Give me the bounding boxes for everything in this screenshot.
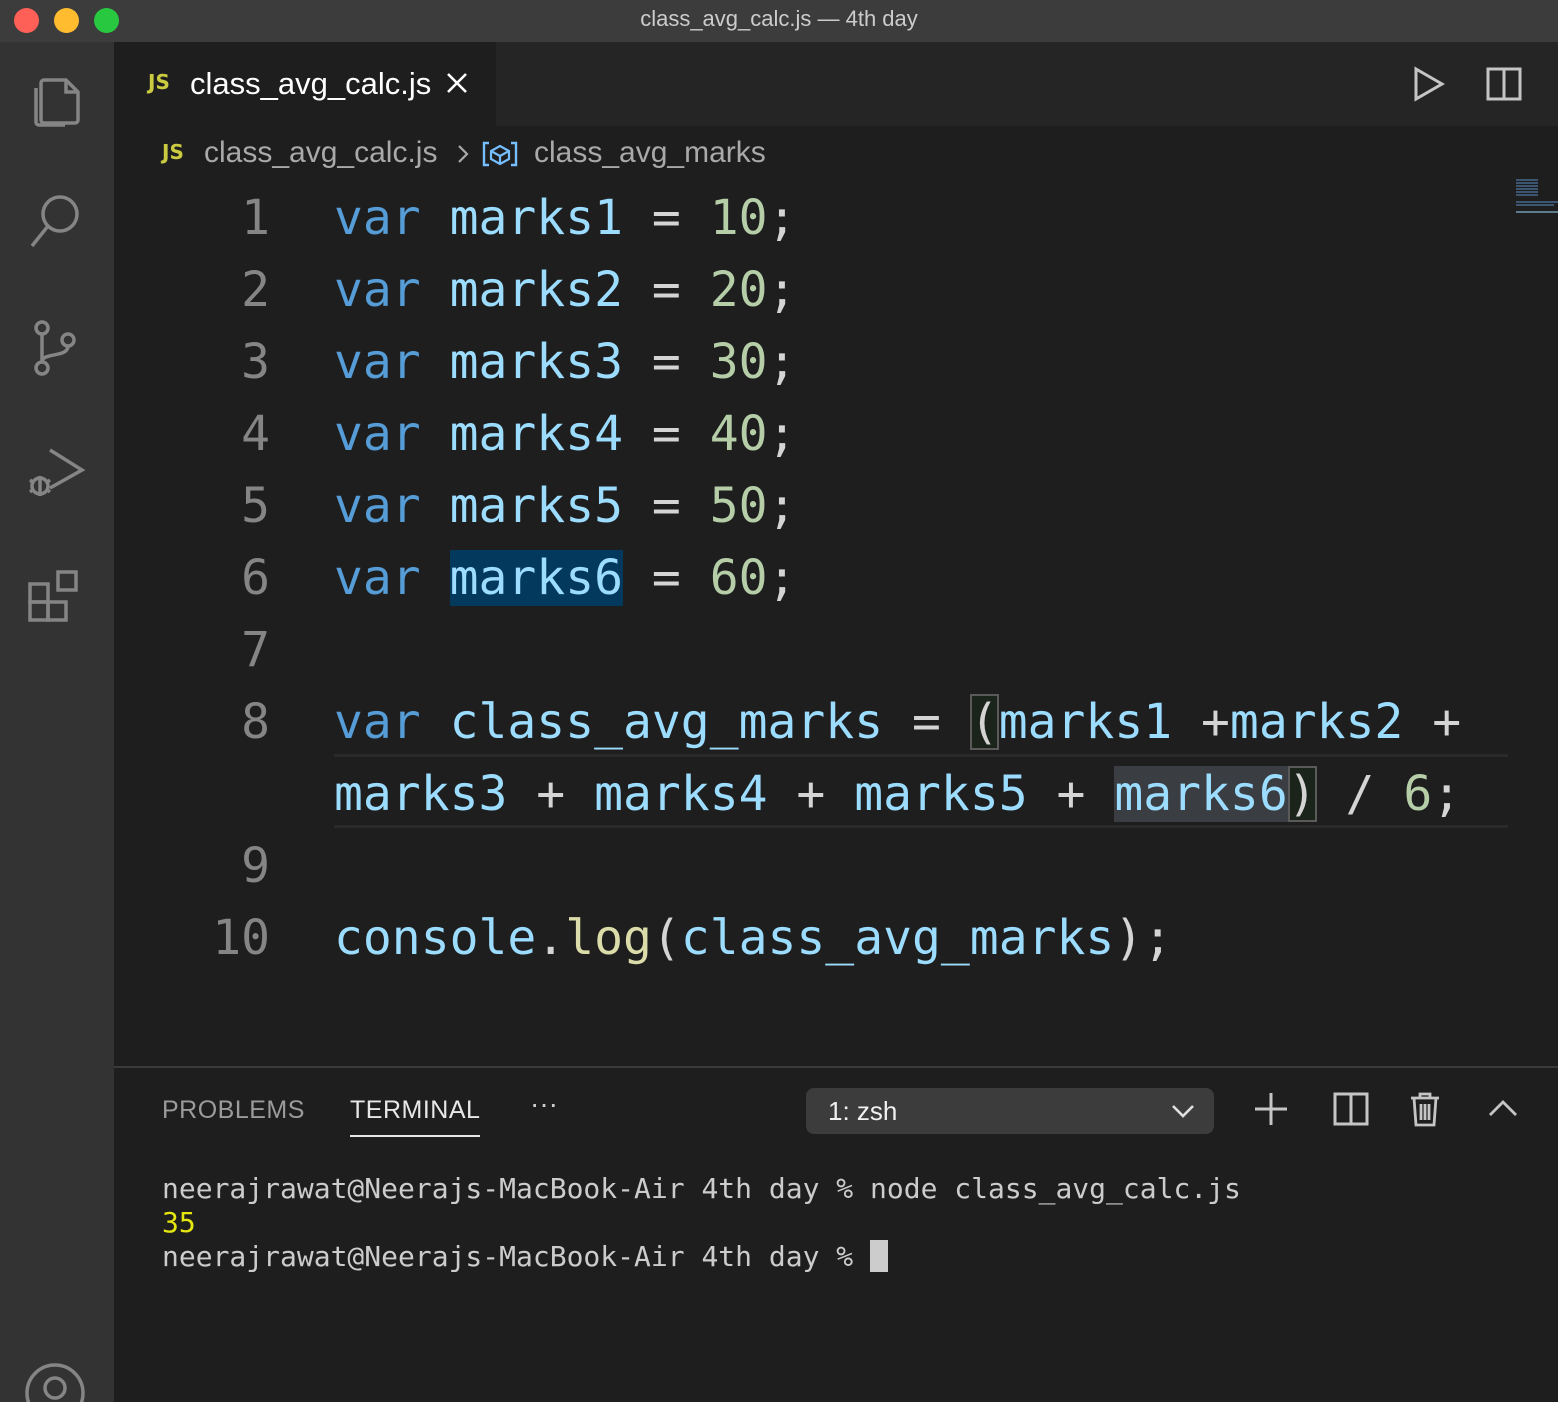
tab-label: class_avg_calc.js	[190, 66, 432, 101]
code-line-10: console.log(class_avg_marks);	[334, 910, 1173, 966]
source-control-icon[interactable]	[22, 314, 88, 380]
chevron-up-icon[interactable]	[1484, 1090, 1522, 1128]
tab-problems[interactable]: PROBLEMS	[162, 1096, 305, 1125]
chevron-down-icon	[1172, 1105, 1194, 1118]
selected-word: marks6	[449, 550, 623, 606]
code-editor[interactable]: 1 2 3 4 5 6 7 8 9 10 var marks1 = 10; va…	[114, 179, 1558, 1066]
line-number: 7	[241, 622, 270, 678]
account-icon[interactable]	[22, 1360, 88, 1402]
code-line-8-wrap: marks3 + marks4 + marks5 + marks6) / 6;	[334, 766, 1462, 822]
terminal-line: 35	[162, 1206, 196, 1239]
breadcrumb-symbol[interactable]: class_avg_marks	[534, 136, 766, 170]
minimap[interactable]	[1514, 178, 1558, 222]
js-file-icon: JS	[148, 70, 170, 94]
title-bar: class_avg_calc.js — 4th day	[0, 0, 1558, 43]
word-highlight: marks6	[1114, 766, 1288, 822]
explorer-icon[interactable]	[22, 66, 88, 132]
close-icon[interactable]	[444, 70, 470, 96]
terminal-select[interactable]: 1: zsh	[806, 1088, 1214, 1134]
code-line-4: var marks4 = 40;	[334, 406, 797, 462]
line-number: 5	[241, 478, 270, 534]
run-debug-icon[interactable]	[22, 438, 88, 504]
tab-terminal[interactable]: TERMINAL	[350, 1096, 481, 1137]
window-title: class_avg_calc.js — 4th day	[640, 6, 918, 31]
extensions-icon[interactable]	[22, 562, 88, 628]
chevron-right-icon	[458, 145, 469, 163]
line-number: 9	[241, 838, 270, 894]
code-line-8: var class_avg_marks = (marks1 +marks2 +	[334, 694, 1462, 750]
code-line-1: var marks1 = 10;	[334, 190, 797, 246]
tab-class-avg-calc[interactable]: JS class_avg_calc.js	[114, 42, 496, 126]
line-number: 3	[241, 334, 270, 390]
vscode-window: class_avg_calc.js — 4th day JS class_avg…	[0, 0, 1558, 1402]
breadcrumb-file[interactable]: class_avg_calc.js	[204, 136, 437, 170]
terminal-output[interactable]: neerajrawat@Neerajs-MacBook-Air 4th day …	[162, 1172, 1241, 1274]
bracket-match: )	[1287, 766, 1317, 822]
more-actions-icon[interactable]: ···	[530, 1088, 558, 1120]
variable-symbol-icon	[482, 141, 518, 167]
line-number: 8	[241, 694, 270, 750]
editor-tab-bar: JS class_avg_calc.js	[114, 42, 1558, 126]
search-icon[interactable]	[22, 188, 88, 254]
line-number: 10	[212, 910, 270, 966]
js-file-icon: JS	[162, 140, 184, 164]
code-line-5: var marks5 = 50;	[334, 478, 797, 534]
terminal-line: neerajrawat@Neerajs-MacBook-Air 4th day …	[162, 1240, 1241, 1274]
line-number: 6	[241, 550, 270, 606]
code-line-2: var marks2 = 20;	[334, 262, 797, 318]
split-editor-icon[interactable]	[1484, 64, 1524, 104]
terminal-select-value: 1: zsh	[828, 1096, 898, 1126]
plus-icon[interactable]	[1252, 1090, 1290, 1128]
terminal-cursor	[870, 1240, 889, 1272]
terminal-line: neerajrawat@Neerajs-MacBook-Air 4th day …	[162, 1172, 1241, 1205]
bracket-match: (	[969, 694, 999, 750]
line-number: 4	[241, 406, 270, 462]
code-line-3: var marks3 = 30;	[334, 334, 797, 390]
trash-icon[interactable]	[1406, 1090, 1444, 1128]
activity-bar	[0, 42, 114, 1402]
run-icon[interactable]	[1408, 64, 1448, 104]
code-line-6: var marks6 = 60;	[334, 550, 797, 606]
bottom-panel: PROBLEMS TERMINAL ··· 1: zsh neerajrawat…	[114, 1066, 1558, 1402]
line-number: 2	[241, 262, 270, 318]
split-terminal-icon[interactable]	[1332, 1090, 1370, 1128]
breadcrumb: JS class_avg_calc.js class_avg_marks	[114, 126, 1558, 182]
line-number: 1	[241, 190, 270, 246]
